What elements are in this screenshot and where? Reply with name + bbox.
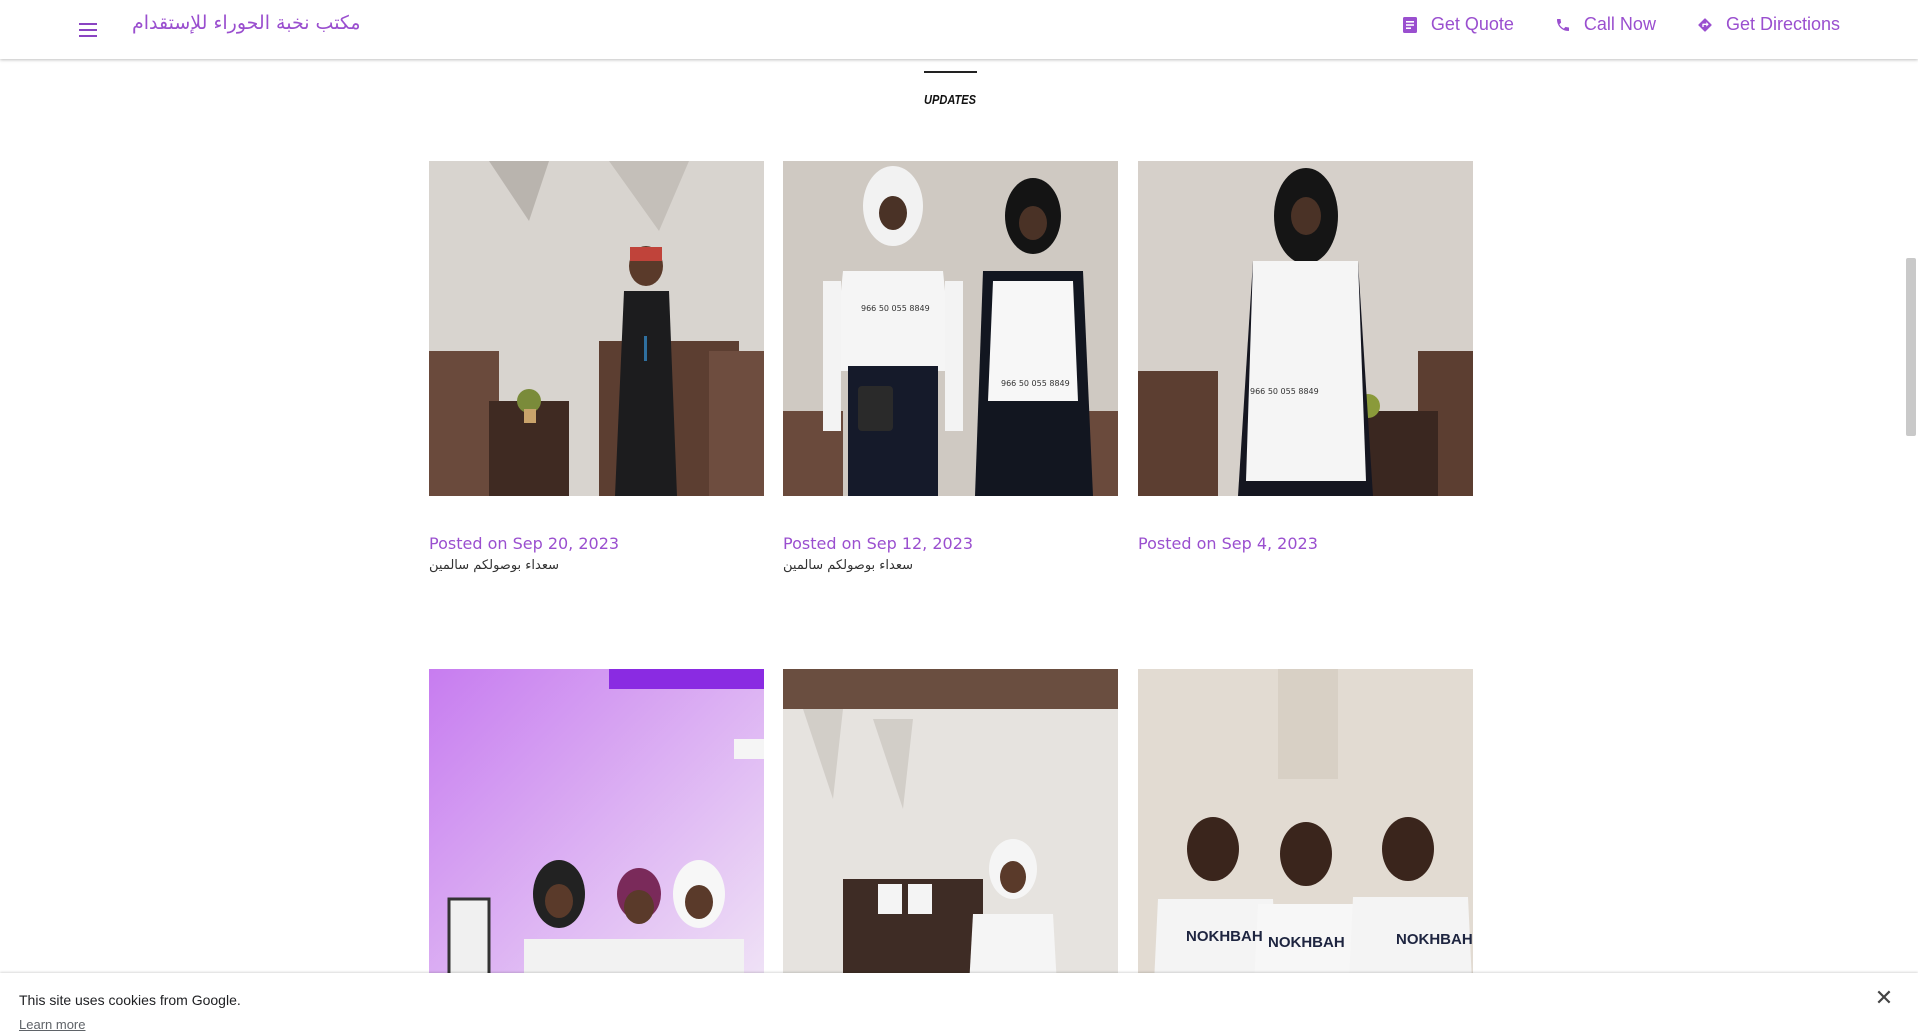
call-now-button[interactable]: Call Now (1554, 14, 1656, 35)
close-icon[interactable]: ✕ (1872, 987, 1896, 1011)
post-date[interactable]: Posted on Sep 12, 2023 (783, 534, 1118, 553)
section-title: UPDATES (924, 92, 976, 107)
post-card[interactable]: 966 50 055 8849 966 50 055 8849 Posted o… (783, 161, 1118, 573)
page-scrollbar[interactable] (1904, 60, 1918, 1026)
call-now-label: Call Now (1583, 14, 1656, 34)
menu-icon[interactable] (76, 18, 100, 42)
post-card[interactable]: 966 50 055 8849 Posted on Sep 4, 2023 (1138, 161, 1473, 558)
cookie-banner: This site uses cookies from Google. Lear… (0, 973, 1918, 1033)
post-date[interactable]: Posted on Sep 4, 2023 (1138, 534, 1473, 553)
section-divider (924, 71, 977, 73)
quote-icon (1401, 16, 1419, 34)
cookie-message: This site uses cookies from Google. (19, 992, 241, 1008)
get-directions-button[interactable]: Get Directions (1696, 14, 1840, 35)
get-directions-label: Get Directions (1725, 14, 1840, 34)
post-text: سعداء بوصولكم سالمين (429, 558, 560, 573)
post-photo[interactable]: 966 50 055 8849 (1138, 161, 1473, 496)
post-card[interactable]: Posted on Sep 20, 2023 سعداء بوصولكم سال… (429, 161, 764, 573)
post-card[interactable]: NOKHBAH NOKHBAH NOKHBAH (1138, 669, 1473, 1004)
svg-text:966 50 055 8849: 966 50 055 8849 (861, 304, 930, 313)
post-text: سعداء بوصولكم سالمين (783, 558, 914, 573)
scrollbar-thumb[interactable] (1906, 258, 1916, 436)
directions-icon (1696, 16, 1714, 34)
post-photo[interactable] (783, 669, 1118, 1004)
post-photo[interactable]: NOKHBAH NOKHBAH NOKHBAH (1138, 669, 1473, 1004)
post-photo[interactable] (429, 669, 764, 1004)
post-photo[interactable]: 966 50 055 8849 966 50 055 8849 (783, 161, 1118, 496)
get-quote-button[interactable]: Get Quote (1401, 14, 1514, 35)
header-actions: Get Quote Call Now Get Directions (1361, 14, 1840, 35)
shirt-text: NOKHBAH (1268, 934, 1345, 951)
top-app-bar: مكتب نخبة الحوراء للإستقدام Get Quote Ca… (0, 0, 1918, 59)
post-photo[interactable] (429, 161, 764, 496)
post-card[interactable] (429, 669, 764, 1004)
shirt-text: NOKHBAH (1186, 928, 1263, 945)
get-quote-label: Get Quote (1430, 14, 1514, 34)
post-card[interactable] (783, 669, 1118, 1004)
site-brand[interactable]: مكتب نخبة الحوراء للإستقدام (132, 12, 361, 34)
post-date[interactable]: Posted on Sep 20, 2023 (429, 534, 764, 553)
phone-icon (1554, 16, 1572, 34)
learn-more-link[interactable]: Learn more (19, 1017, 85, 1032)
shirt-text: NOKHBAH (1396, 931, 1473, 948)
vest-phone-text: 966 50 055 8849 (1250, 387, 1319, 396)
vest-phone-text: 966 50 055 8849 (1001, 379, 1070, 388)
